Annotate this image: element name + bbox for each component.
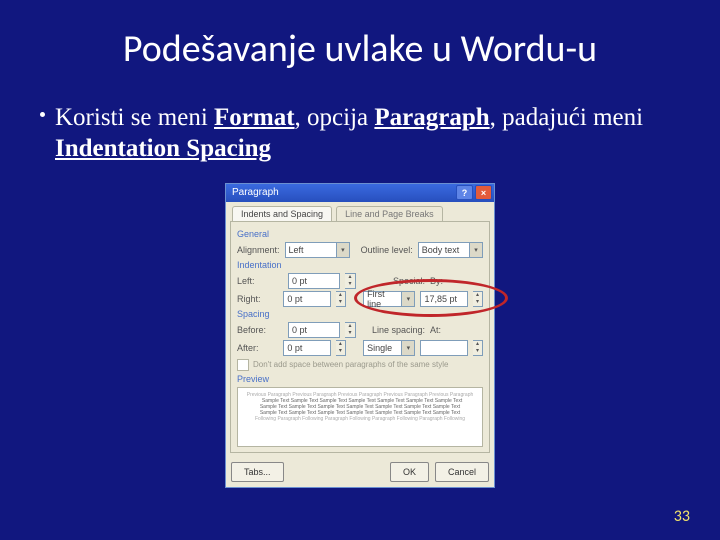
ok-button[interactable]: OK bbox=[390, 462, 429, 482]
tab-bar: Indents and Spacing Line and Page Breaks bbox=[226, 202, 494, 221]
section-spacing: Spacing bbox=[237, 309, 483, 319]
by-spinner[interactable]: ▴▾ bbox=[473, 291, 483, 307]
tab-indents-spacing[interactable]: Indents and Spacing bbox=[232, 206, 332, 221]
paragraph-dialog: Paragraph ? × Indents and Spacing Line a… bbox=[225, 183, 495, 488]
right-input[interactable]: 0 pt bbox=[283, 291, 331, 307]
section-preview: Preview bbox=[237, 374, 483, 384]
slide-body: Koristi se meni Format, opcija Paragraph… bbox=[0, 84, 720, 165]
dialog-title: Paragraph bbox=[232, 187, 279, 198]
slide-title: Podešavanje uvlake u Wordu-u bbox=[0, 0, 720, 84]
tab-content: General Alignment: Left▾ Outline level: … bbox=[230, 221, 490, 453]
help-button[interactable]: ? bbox=[456, 185, 473, 200]
chevron-down-icon: ▾ bbox=[401, 292, 414, 306]
section-general: General bbox=[237, 229, 483, 239]
before-spinner[interactable]: ▴▾ bbox=[345, 322, 356, 338]
page-number: 33 bbox=[674, 507, 690, 526]
right-spinner[interactable]: ▴▾ bbox=[336, 291, 346, 307]
checkbox-row[interactable]: Don't add space between paragraphs of th… bbox=[237, 359, 483, 371]
label-by: By: bbox=[430, 276, 450, 286]
bullet-text: Koristi se meni Format, opcija Paragraph… bbox=[55, 102, 680, 165]
label-linespacing: Line spacing: bbox=[361, 325, 425, 335]
at-spinner[interactable]: ▴▾ bbox=[473, 340, 483, 356]
section-indentation: Indentation bbox=[237, 260, 483, 270]
checkbox-icon bbox=[237, 359, 249, 371]
close-button[interactable]: × bbox=[475, 185, 492, 200]
outline-combo[interactable]: Body text▾ bbox=[418, 242, 483, 258]
label-special: Special: bbox=[361, 276, 425, 286]
alignment-combo[interactable]: Left▾ bbox=[285, 242, 350, 258]
chevron-down-icon: ▾ bbox=[469, 243, 482, 257]
bullet-item: Koristi se meni Format, opcija Paragraph… bbox=[40, 102, 680, 165]
label-left: Left: bbox=[237, 276, 283, 286]
tabs-button[interactable]: Tabs... bbox=[231, 462, 284, 482]
label-alignment: Alignment: bbox=[237, 245, 280, 255]
label-at: At: bbox=[430, 325, 450, 335]
dialog-container: Paragraph ? × Indents and Spacing Line a… bbox=[0, 183, 720, 488]
label-right: Right: bbox=[237, 294, 278, 304]
cancel-button[interactable]: Cancel bbox=[435, 462, 489, 482]
label-after: After: bbox=[237, 343, 278, 353]
left-input[interactable]: 0 pt bbox=[288, 273, 340, 289]
label-outline: Outline level: bbox=[355, 245, 413, 255]
by-input[interactable]: 17,85 pt bbox=[420, 291, 468, 307]
left-spinner[interactable]: ▴▾ bbox=[345, 273, 356, 289]
special-combo[interactable]: First line▾ bbox=[363, 291, 415, 307]
preview-box: Previous Paragraph Previous Paragraph Pr… bbox=[237, 387, 483, 447]
after-spinner[interactable]: ▴▾ bbox=[336, 340, 346, 356]
label-before: Before: bbox=[237, 325, 283, 335]
at-input[interactable] bbox=[420, 340, 468, 356]
button-row: Tabs... OK Cancel bbox=[226, 457, 494, 487]
after-input[interactable]: 0 pt bbox=[283, 340, 331, 356]
chevron-down-icon: ▾ bbox=[401, 341, 414, 355]
bullet-dot bbox=[40, 112, 45, 117]
dialog-titlebar[interactable]: Paragraph ? × bbox=[226, 184, 494, 202]
chevron-down-icon: ▾ bbox=[336, 243, 349, 257]
linespacing-combo[interactable]: Single▾ bbox=[363, 340, 415, 356]
before-input[interactable]: 0 pt bbox=[288, 322, 340, 338]
tab-line-page-breaks[interactable]: Line and Page Breaks bbox=[336, 206, 443, 221]
